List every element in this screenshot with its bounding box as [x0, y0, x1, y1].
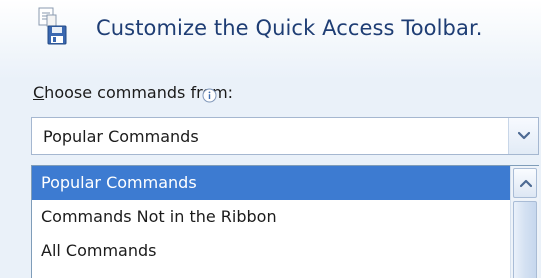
commands-source-dropdown[interactable]: Popular Commands [31, 117, 539, 155]
dropdown-option-popular-commands[interactable]: Popular Commands [32, 166, 510, 200]
scroll-up-button[interactable] [513, 168, 537, 198]
dropdown-option-all-commands[interactable]: All Commands [32, 234, 510, 268]
dropdown-scrollbar[interactable] [510, 166, 539, 278]
dropdown-options: Popular Commands Commands Not in the Rib… [32, 166, 510, 268]
dropdown-option-commands-not-in-ribbon[interactable]: Commands Not in the Ribbon [32, 200, 510, 234]
header-background [0, 0, 541, 80]
chevron-down-icon [518, 131, 530, 140]
scroll-thumb[interactable] [513, 201, 537, 278]
dropdown-selected-value: Popular Commands [43, 127, 199, 146]
save-toolbar-icon [36, 6, 70, 46]
chevron-up-icon [520, 179, 532, 188]
commands-source-list[interactable]: Popular Commands Commands Not in the Rib… [31, 165, 539, 278]
choose-commands-label-hotkey: C [33, 83, 45, 102]
info-icon[interactable] [202, 88, 217, 103]
dropdown-toggle-button[interactable] [508, 118, 538, 154]
qat-customize-panel: Customize the Quick Access Toolbar. Choo… [0, 0, 541, 278]
panel-title: Customize the Quick Access Toolbar. [96, 16, 483, 40]
